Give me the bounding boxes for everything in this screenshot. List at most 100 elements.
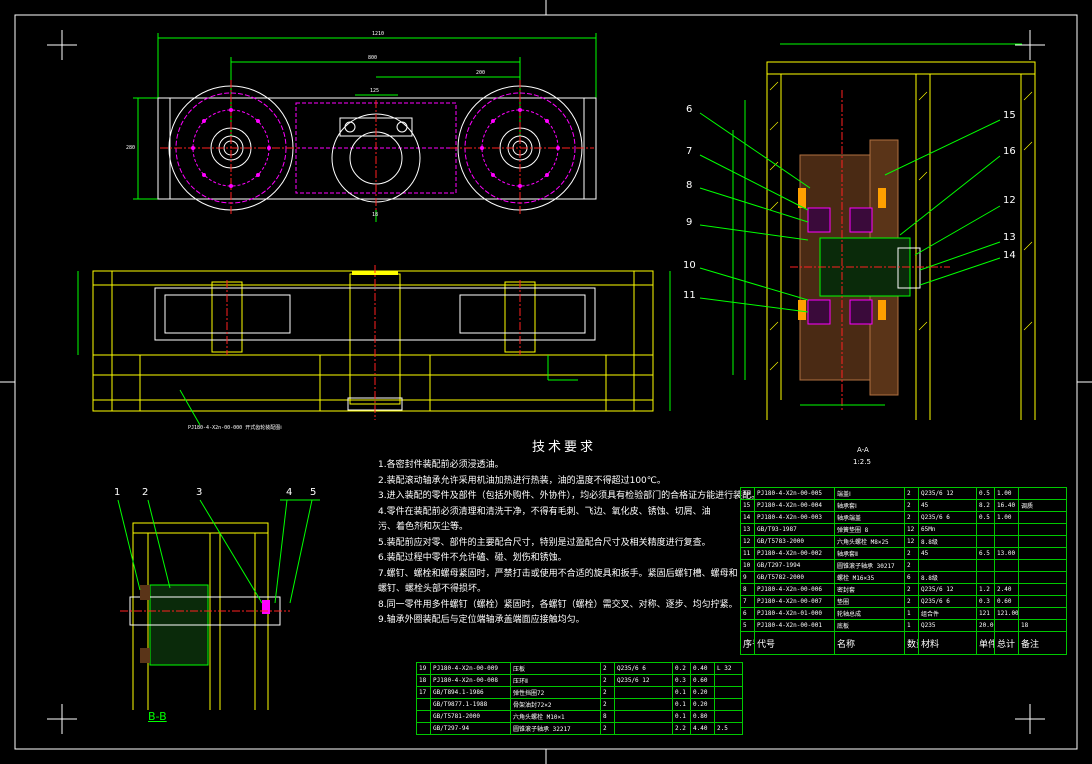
parts-list-right-cell: 45	[918, 499, 977, 512]
parts-list-right-cell	[976, 523, 995, 536]
parts-list-right-cell: Q235/6 6	[918, 595, 977, 608]
parts-list-bottom-cell	[614, 698, 673, 711]
parts-list-right-cell	[1018, 547, 1067, 560]
parts-list-right-row: 8 PJ180-4-X2n-00-006 密封套 2 Q235/6 12 1.2 2.40	[740, 583, 1067, 596]
parts-list-bottom-cell: 2	[600, 674, 615, 687]
parts-list-right-cell: 6	[904, 571, 919, 584]
parts-list-bottom-cell	[614, 710, 673, 723]
parts-list-bottom-row: 19 PJ180-4-X2n-00-009 压板 2 Q235/6 6 0.2 0.40 L …	[416, 662, 743, 675]
parts-list-right-cell: 2	[904, 583, 919, 596]
parts-list-right-cell: 8.8级	[918, 571, 977, 584]
parts-list-right-cell: 8	[740, 583, 755, 596]
part-number-1: 1	[114, 487, 121, 498]
part-number-6: 6	[686, 104, 693, 115]
parts-list-right-cell: 2	[904, 595, 919, 608]
parts-list-right-cell	[918, 559, 977, 572]
parts-list-bottom-cell: GB/T894.1-1986	[430, 686, 511, 699]
parts-list-bottom-cell: 19	[416, 662, 431, 675]
parts-list-right-cell: 2	[904, 487, 919, 500]
section-scale-aa: 1:2.5	[853, 458, 871, 466]
tech-requirement-5: 5.装配前应对零、部件的主要配合尺寸，特别是过盈配合尺寸及相关精度进行复查。	[378, 537, 711, 548]
parts-list-right-cell: GB/T297-1994	[754, 559, 835, 572]
parts-list-right-cell: PJ180-4-X2n-00-001	[754, 619, 835, 632]
parts-list-right-cell: 121.00	[994, 607, 1019, 620]
parts-list-right-cell	[976, 559, 995, 572]
parts-list-bottom-cell: 0.20	[690, 686, 715, 699]
parts-list-bottom-row: 18 PJ180-4-X2n-00-008 压环Ⅱ 2 Q235/6 12 0.3 0.60	[416, 674, 743, 687]
parts-list-right-cell: 端盖Ⅰ	[834, 487, 905, 500]
parts-list-right-cell	[994, 619, 1019, 632]
parts-list-bottom-cell: 0.20	[690, 698, 715, 711]
parts-list-right-cell: 12	[904, 523, 919, 536]
parts-list-right-cell: 6.5	[976, 547, 995, 560]
parts-list-bottom-cell: 2	[600, 662, 615, 675]
parts-list-right-row: 6 PJ180-4-X2n-01-000 轮轴总成 1 组合件 121 121.00	[740, 607, 1067, 620]
parts-list-bottom-cell	[714, 674, 743, 687]
part-number-5: 5	[310, 487, 317, 498]
part-number-8: 8	[686, 180, 693, 191]
parts-list-right-row: 16 PJ180-4-X2n-00-005 端盖Ⅰ 2 Q235/6 12 0.5 1.00	[740, 487, 1067, 500]
parts-list-right-cell: 底板	[834, 619, 905, 632]
parts-list-right-cell: 11	[740, 547, 755, 560]
parts-list-right-cell: 轴承套Ⅱ	[834, 547, 905, 560]
parts-list-bottom-cell: 4.40	[690, 722, 715, 735]
parts-list-right-cell: 圆锥滚子轴承 30217	[834, 559, 905, 572]
tech-requirement-2: 2.装配滚动轴承允许采用机油加热进行热装，油的温度不得超过100℃。	[378, 475, 666, 486]
parts-list-bottom-cell	[614, 686, 673, 699]
parts-list-right-cell: 1	[904, 619, 919, 632]
parts-list-bottom-cell	[714, 698, 743, 711]
parts-list-right-cell: Q235/6 12	[918, 583, 977, 596]
tech-requirement-1: 1.各密封件装配前必须浸透油。	[378, 460, 504, 470]
parts-list-right-cell: 12	[740, 535, 755, 548]
parts-list-right-cell: PJ180-4-X2n-00-006	[754, 583, 835, 596]
parts-list-right-cell	[1018, 583, 1067, 596]
parts-list-right-cell: 8.8级	[918, 535, 977, 548]
parts-list-bottom-cell	[714, 686, 743, 699]
dim-hole-spacing: 125	[370, 88, 380, 94]
parts-list-bottom-cell: 2.2	[672, 722, 691, 735]
part-number-2: 2	[142, 487, 149, 498]
parts-list-right-cell	[976, 571, 995, 584]
parts-list-right-cell: 13.00	[994, 547, 1019, 560]
parts-list-bottom-cell: PJ180-4-X2n-00-008	[430, 674, 511, 687]
parts-list-right-cell: 16.40	[994, 499, 1019, 512]
parts-list-bottom-cell: 骨架油封72×2	[510, 698, 601, 711]
parts-list-right-row: 7 PJ180-4-X2n-00-007 垫圈 2 Q235/6 6 0.3 0.60	[740, 595, 1067, 608]
parts-list-right-cell	[1018, 487, 1067, 500]
parts-list-right-cell	[994, 535, 1019, 548]
parts-list-right-cell: 6	[740, 607, 755, 620]
parts-list-right-cell: 2	[904, 499, 919, 512]
dim-overall-length: 1210	[372, 31, 385, 37]
tech-requirement-8: 8.同一零件用多件螺钉（螺栓）紧固时，各螺钉（螺栓）需交叉、对称、逐步、均匀拧紧…	[378, 599, 738, 610]
part-number-11: 11	[683, 290, 696, 301]
parts-list-right-row: 5PJ180-4-X2n-00-001底板1Q23520.00 18	[740, 619, 1067, 632]
parts-list-bottom-cell	[714, 710, 743, 723]
parts-list-bottom-row: GB/T297-94 圆锥滚子轴承 32217 2 2.2 4.40 2.5	[416, 722, 743, 735]
parts-list-right-cell: 2.40	[994, 583, 1019, 596]
section-bb-view	[117, 499, 320, 710]
parts-list-bottom-cell: L 32	[714, 662, 743, 675]
parts-list-right-cell: 轴承套Ⅰ	[834, 499, 905, 512]
parts-list-bottom-row: GB/T9877.1-1988 骨架油封72×2 2 0.1 0.20	[416, 698, 743, 711]
parts-list-right-cell: 1	[904, 607, 919, 620]
parts-list-right-cell: PJ180-4-X2n-01-000	[754, 607, 835, 620]
parts-list-bottom-cell	[416, 710, 431, 723]
tech-requirement-6: 6.装配过程中零件不允许磕、碰、划伤和锈蚀。	[378, 553, 567, 563]
parts-list-right-cell: 2	[904, 559, 919, 572]
tech-requirement-9: 9.轴承外圈装配后与定位端轴承盖端面应接触均匀。	[378, 615, 585, 625]
parts-list-bottom-cell: 压环Ⅱ	[510, 674, 601, 687]
parts-list-right-cell: 轴承端盖	[834, 511, 905, 524]
parts-list-right: 16 PJ180-4-X2n-00-005 端盖Ⅰ 2 Q235/6 12 0.5 1.00…	[740, 487, 1067, 655]
parts-list-right-cell: GB/T5782-2000	[754, 571, 835, 584]
parts-list-right-cell: PJ180-4-X2n-00-004	[754, 499, 835, 512]
parts-list-right-cell: 垫圈	[834, 595, 905, 608]
parts-list-right-cell: 2	[904, 547, 919, 560]
tech-requirements-list: 1.各密封件装配前必须浸透油。 2.装配滚动轴承允许采用机油加热进行热装，油的温…	[378, 458, 798, 629]
parts-list-right-row: 12 GB/T5783-2000 六角头螺栓 M8×25 12 8.8级	[740, 535, 1067, 548]
parts-list-right-cell: 10	[740, 559, 755, 572]
parts-list-bottom-cell: 0.3	[672, 674, 691, 687]
parts-list-bottom-cell: PJ180-4-X2n-00-009	[430, 662, 511, 675]
parts-list-right-header: 序号 代号 名称 数量 材料 单件 总计 备注	[740, 631, 1067, 655]
tech-requirement-4: 4.零件在装配前必须清理和清洗干净，不得有毛刺、飞边、氧化皮、锈蚀、切屑、油污、…	[378, 506, 711, 533]
parts-list-right-cell: 18	[1018, 619, 1067, 632]
